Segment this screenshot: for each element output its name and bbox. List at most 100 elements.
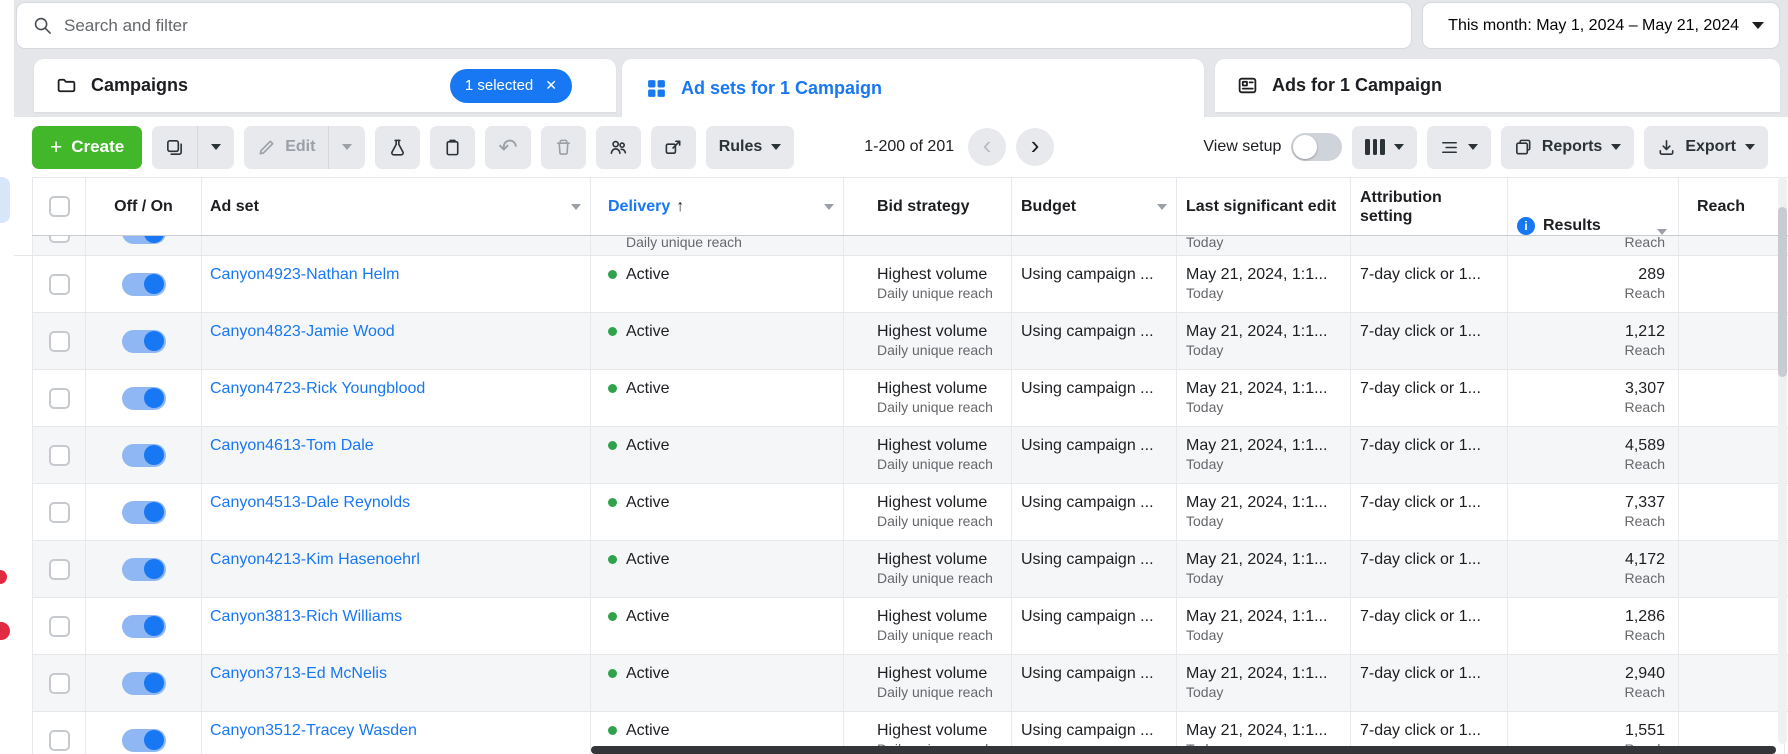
results-subtext: Reach xyxy=(1625,399,1665,418)
last-edit-subtext: Today xyxy=(1186,627,1341,646)
undo-button[interactable]: ↶ xyxy=(485,126,530,169)
row-checkbox[interactable] xyxy=(49,445,70,466)
budget-cell: Using campaign ... xyxy=(1012,598,1177,654)
clipboard-button[interactable] xyxy=(430,126,475,169)
row-checkbox[interactable] xyxy=(49,331,70,352)
tab-ads[interactable]: Ads for 1 Campaign xyxy=(1215,59,1780,112)
row-on-toggle[interactable] xyxy=(122,330,166,353)
reports-button-label: Reports xyxy=(1542,138,1602,156)
row-checkbox[interactable] xyxy=(49,559,70,580)
toggle-knob xyxy=(144,274,164,294)
attribution-cell: 7-day click or 1... xyxy=(1351,370,1508,426)
tab-ad-sets[interactable]: Ad sets for 1 Campaign xyxy=(622,59,1204,117)
export-button[interactable]: Export xyxy=(1644,126,1768,169)
search-input[interactable] xyxy=(64,16,1395,36)
adset-link[interactable]: Canyon4723-Rick Youngblood xyxy=(210,380,425,398)
next-page-button[interactable]: › xyxy=(1016,128,1054,166)
prev-page-button[interactable]: ‹ xyxy=(968,128,1006,166)
duplicate-dropdown-button[interactable] xyxy=(198,126,234,169)
last-edit-date: May 21, 2024, 1:1... xyxy=(1186,720,1341,741)
search-bar[interactable] xyxy=(16,2,1412,49)
reach-cell xyxy=(1679,541,1785,597)
row-checkbox[interactable] xyxy=(49,673,70,694)
sort-caret-icon xyxy=(1657,229,1667,235)
reach-cell xyxy=(1679,598,1785,654)
delivery-subtext xyxy=(608,513,834,532)
row-checkbox[interactable] xyxy=(49,236,70,243)
tab-campaigns[interactable]: Campaigns 1 selected ✕ xyxy=(34,59,616,112)
row-checkbox[interactable] xyxy=(49,616,70,637)
table-row: Canyon4923-Nathan Helm Active Highest vo… xyxy=(32,256,1788,313)
row-checkbox[interactable] xyxy=(49,388,70,409)
row-checkbox[interactable] xyxy=(49,730,70,751)
row-on-toggle[interactable] xyxy=(122,236,166,244)
bid-strategy-value: Highest volume xyxy=(877,321,1002,342)
delete-button[interactable] xyxy=(541,126,586,169)
horizontal-scrollbar[interactable] xyxy=(591,746,1776,754)
edit-dropdown-button[interactable] xyxy=(329,126,365,169)
table-row: Canyon3813-Rich Williams Active Highest … xyxy=(32,598,1788,655)
view-setup-toggle[interactable] xyxy=(1291,133,1342,161)
adset-link[interactable]: Canyon4923-Nathan Helm xyxy=(210,266,399,284)
attribution-value: 7-day click or 1... xyxy=(1360,378,1498,399)
column-header-attribution: Attribution setting xyxy=(1351,178,1508,235)
edit-button[interactable]: Edit xyxy=(244,126,329,169)
results-subtext: Reach xyxy=(1625,513,1665,532)
info-icon: i xyxy=(1517,217,1535,235)
date-range-picker[interactable]: This month: May 1, 2024 – May 21, 2024 xyxy=(1422,2,1780,49)
audience-button[interactable] xyxy=(596,126,641,169)
column-header-results[interactable]: iResults xyxy=(1508,178,1679,235)
breakdown-button[interactable] xyxy=(1427,126,1491,169)
adset-name-cell: Canyon4513-Dale Reynolds xyxy=(202,484,591,540)
row-toggle-cell xyxy=(86,598,202,654)
last-edit-subtext: Today xyxy=(1186,570,1341,589)
column-header-budget[interactable]: Budget xyxy=(1012,178,1177,235)
row-on-toggle[interactable] xyxy=(122,387,166,410)
columns-button[interactable] xyxy=(1352,126,1417,169)
bid-strategy-subtext: Daily unique reach xyxy=(877,570,1002,589)
sort-ascending-icon: ↑ xyxy=(676,197,684,216)
active-status-dot xyxy=(608,327,617,336)
preview-button[interactable] xyxy=(651,126,696,169)
scrollbar-thumb[interactable] xyxy=(1778,207,1787,377)
adset-link[interactable]: Canyon3512-Tracey Wasden xyxy=(210,722,417,740)
tab-campaigns-label: Campaigns xyxy=(91,75,188,96)
row-on-toggle[interactable] xyxy=(122,444,166,467)
create-button[interactable]: + Create xyxy=(32,126,142,169)
duplicate-button[interactable] xyxy=(152,126,198,169)
reports-button[interactable]: Reports xyxy=(1501,126,1634,169)
bid-strategy-value: Highest volume xyxy=(877,663,1002,684)
row-checkbox-cell xyxy=(32,256,86,312)
row-on-toggle[interactable] xyxy=(122,501,166,524)
select-all-checkbox[interactable] xyxy=(49,196,70,217)
adset-link[interactable]: Canyon4823-Jamie Wood xyxy=(210,323,395,341)
adset-link[interactable]: Canyon4213-Kim Hasenoehrl xyxy=(210,551,420,569)
reach-cell xyxy=(1679,236,1785,256)
adset-link[interactable]: Canyon4513-Dale Reynolds xyxy=(210,494,410,512)
bid-strategy-cell: Highest volume Daily unique reach xyxy=(844,541,1012,597)
ab-test-button[interactable] xyxy=(375,126,420,169)
results-subtext: Reach xyxy=(1625,342,1665,361)
results-cell: 7,337 Reach xyxy=(1508,484,1679,540)
row-checkbox-cell xyxy=(32,427,86,483)
row-on-toggle[interactable] xyxy=(122,615,166,638)
row-toggle-cell xyxy=(86,256,202,312)
row-on-toggle[interactable] xyxy=(122,558,166,581)
adset-link[interactable]: Canyon4613-Tom Dale xyxy=(210,437,374,455)
last-edit-cell: May 21, 2024, 1:1... Today xyxy=(1177,598,1351,654)
bid-strategy-value: Highest volume xyxy=(877,720,1002,741)
row-checkbox[interactable] xyxy=(49,502,70,523)
row-on-toggle[interactable] xyxy=(122,672,166,695)
adset-link[interactable]: Canyon3813-Rich Williams xyxy=(210,608,402,626)
column-header-ad-set[interactable]: Ad set xyxy=(202,178,591,235)
clear-selection-icon[interactable]: ✕ xyxy=(545,77,557,94)
row-checkbox[interactable] xyxy=(49,274,70,295)
column-header-delivery[interactable]: Delivery↑ xyxy=(591,178,844,235)
vertical-scrollbar[interactable] xyxy=(1778,177,1787,744)
row-on-toggle[interactable] xyxy=(122,729,166,752)
row-on-toggle[interactable] xyxy=(122,273,166,296)
tab-ad-sets-label: Ad sets for 1 Campaign xyxy=(681,78,882,99)
adset-link[interactable]: Canyon3713-Ed McNelis xyxy=(210,665,387,683)
rules-button[interactable]: Rules xyxy=(706,126,795,169)
column-header-reach: Reach xyxy=(1679,178,1785,235)
